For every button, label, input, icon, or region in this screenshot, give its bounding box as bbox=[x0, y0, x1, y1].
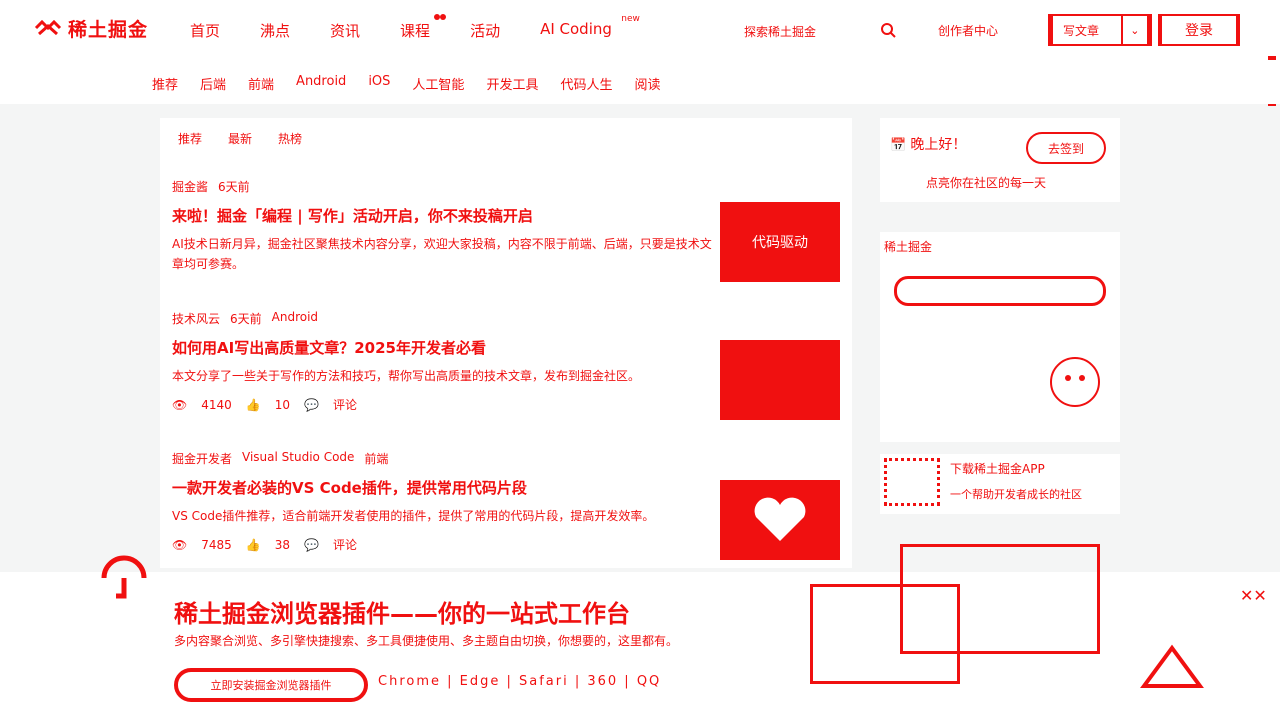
app-download-card[interactable]: 下载稀土掘金APP 一个帮助开发者成长的社区 bbox=[880, 454, 1120, 514]
category-devtools[interactable]: 开发工具 bbox=[486, 74, 538, 93]
category-frontend[interactable]: 前端 bbox=[248, 74, 274, 93]
search-box[interactable]: 探索稀土掘金 bbox=[744, 18, 904, 44]
ad-banner[interactable] bbox=[894, 276, 1106, 306]
qr-code-icon bbox=[884, 458, 940, 506]
ad-card[interactable]: 稀土掘金 bbox=[880, 232, 1120, 442]
headset-icon bbox=[101, 555, 147, 599]
thumbs-up-icon[interactable]: 👍 bbox=[246, 398, 261, 412]
browser-list: Chrome | Edge | Safari | 360 | QQ bbox=[378, 674, 662, 689]
author-name[interactable]: 掘金开发者 bbox=[172, 450, 232, 467]
entry-title[interactable]: 一款开发者必装的VS Code插件，提供常用代码片段 bbox=[172, 477, 712, 498]
mascot-icon bbox=[1050, 357, 1100, 407]
site-logo[interactable]: 稀土掘金 bbox=[34, 14, 148, 42]
comment-label: 评论 bbox=[332, 538, 357, 552]
tag[interactable]: 前端 bbox=[364, 450, 388, 467]
category-nav: 推荐 后端 前端 Android iOS 人工智能 开发工具 代码人生 阅读 bbox=[0, 60, 1280, 104]
entry-thumbnail[interactable]: 代码驱动 bbox=[720, 202, 840, 282]
eye-icon: 👁 bbox=[172, 397, 188, 412]
timestamp: 6天前 bbox=[230, 312, 262, 326]
category-ai[interactable]: 人工智能 bbox=[412, 74, 464, 93]
new-dot-icon bbox=[434, 14, 441, 20]
entry-desc: AI技术日新月异，掘金社区聚焦技术内容分享，欢迎大家投稿，内容不限于前端、后端，… bbox=[172, 237, 712, 271]
category-reading[interactable]: 阅读 bbox=[634, 74, 660, 93]
banner-subtitle: 多内容聚合浏览、多引擎快捷搜索、多工具便捷使用、多主题自由切换，你想要的，这里都… bbox=[174, 634, 679, 648]
entry-title[interactable]: 来啦！掘金「编程 | 写作」活动开启，你不来投稿开启 bbox=[172, 205, 712, 226]
new-badge: new bbox=[621, 14, 640, 24]
eye-icon: 👁 bbox=[172, 537, 188, 552]
entry-desc: 本文分享了一些关于写作的方法和技巧，帮你写出高质量的技术文章，发布到掘金社区。 bbox=[172, 369, 641, 383]
tab-hot[interactable]: 热榜 bbox=[278, 130, 302, 147]
feed-tabs: 推荐 最新 热榜 bbox=[178, 130, 302, 147]
close-icon[interactable]: ✕✕ bbox=[1240, 586, 1267, 605]
like-count: 10 bbox=[274, 397, 291, 412]
comment-label: 评论 bbox=[332, 398, 357, 412]
signin-subtext: 点亮你在社区的每一天 bbox=[926, 176, 1047, 190]
category-backend[interactable]: 后端 bbox=[200, 74, 226, 93]
nav-events[interactable]: 活动 bbox=[470, 20, 500, 41]
write-article-label: 写文章 bbox=[1063, 23, 1100, 38]
author-name[interactable]: 掘金酱 bbox=[172, 178, 208, 195]
main-nav: 首页 沸点 资讯 课程 活动 AI Coding new bbox=[190, 14, 652, 41]
tag[interactable]: Android bbox=[272, 310, 318, 327]
nav-pins[interactable]: 沸点 bbox=[260, 20, 290, 41]
nav-courses-label: 课程 bbox=[400, 22, 431, 40]
creator-center-link[interactable]: 创作者中心 bbox=[938, 22, 998, 39]
tag[interactable]: Visual Studio Code bbox=[242, 450, 354, 467]
category-recommend[interactable]: 推荐 bbox=[152, 74, 178, 93]
signin-card: 📅 晚上好！ 去签到 点亮你在社区的每一天 bbox=[880, 118, 1120, 202]
comment-icon[interactable]: 💬 bbox=[304, 398, 319, 412]
extension-banner: 稀土掘金浏览器插件——你的一站式工作台 多内容聚合浏览、多引擎快捷搜索、多工具便… bbox=[0, 544, 1280, 720]
signin-button[interactable]: 去签到 bbox=[1026, 132, 1106, 164]
greeting-row: 📅 晚上好！ bbox=[890, 134, 966, 154]
timestamp: 6天前 bbox=[218, 180, 250, 194]
tab-recommend[interactable]: 推荐 bbox=[178, 130, 202, 147]
banner-illustration bbox=[790, 544, 1100, 704]
category-code-life[interactable]: 代码人生 bbox=[560, 74, 612, 93]
nav-news[interactable]: 资讯 bbox=[330, 20, 360, 41]
article-feed: 推荐 最新 热榜 掘金酱 6天前 来啦！掘金「编程 | 写作」活动开启，你不来投… bbox=[160, 118, 852, 568]
ad-title: 稀土掘金 bbox=[884, 240, 933, 254]
category-android[interactable]: Android bbox=[296, 74, 346, 93]
logo-text: 稀土掘金 bbox=[68, 18, 149, 41]
heart-icon bbox=[754, 497, 806, 541]
banner-title: 稀土掘金浏览器插件——你的一站式工作台 bbox=[174, 600, 630, 628]
greeting-text: 晚上好！ bbox=[910, 137, 967, 153]
entry-meta: 掘金酱 6天前 bbox=[172, 178, 840, 195]
write-article-button[interactable]: 写文章 ⌄ bbox=[1048, 14, 1152, 46]
logo-icon bbox=[34, 19, 62, 36]
calendar-icon: 📅 bbox=[890, 138, 907, 153]
entry-meta: 技术风云 6天前 Android bbox=[172, 310, 840, 327]
install-extension-button[interactable]: 立即安装掘金浏览器插件 bbox=[174, 668, 368, 702]
brand-mark-icon bbox=[1140, 644, 1204, 688]
view-count: 7485 bbox=[201, 537, 232, 552]
category-ios[interactable]: iOS bbox=[368, 74, 390, 93]
thumbs-up-icon[interactable]: 👍 bbox=[246, 538, 261, 552]
view-count: 4140 bbox=[201, 397, 232, 412]
like-count: 38 bbox=[274, 537, 291, 552]
search-input[interactable]: 探索稀土掘金 bbox=[744, 23, 816, 40]
chevron-down-icon[interactable]: ⌄ bbox=[1120, 16, 1147, 44]
nav-ai-coding-label: AI Coding bbox=[540, 20, 612, 38]
top-navbar: 稀土掘金 首页 沸点 资讯 课程 活动 AI Coding new 探索稀土掘金 … bbox=[0, 0, 1280, 60]
entry-meta: 掘金开发者 Visual Studio Code 前端 bbox=[172, 450, 840, 467]
app-download-subtitle: 一个帮助开发者成长的社区 bbox=[950, 488, 1082, 501]
search-icon[interactable] bbox=[879, 21, 899, 41]
tab-latest[interactable]: 最新 bbox=[228, 130, 252, 147]
nav-home[interactable]: 首页 bbox=[190, 20, 220, 41]
nav-courses[interactable]: 课程 bbox=[400, 14, 441, 41]
entry-thumbnail[interactable] bbox=[720, 340, 840, 420]
app-download-title[interactable]: 下载稀土掘金APP bbox=[950, 460, 1045, 477]
entry-title[interactable]: 如何用AI写出高质量文章？2025年开发者必看 bbox=[172, 337, 712, 358]
login-button[interactable]: 登录 bbox=[1158, 14, 1240, 46]
entry-desc: VS Code插件推荐，适合前端开发者使用的插件，提供了常用的代码片段，提高开发… bbox=[172, 509, 655, 523]
nav-ai-coding[interactable]: AI Coding new bbox=[540, 14, 640, 41]
author-name[interactable]: 技术风云 bbox=[172, 310, 220, 327]
comment-icon[interactable]: 💬 bbox=[304, 538, 319, 552]
